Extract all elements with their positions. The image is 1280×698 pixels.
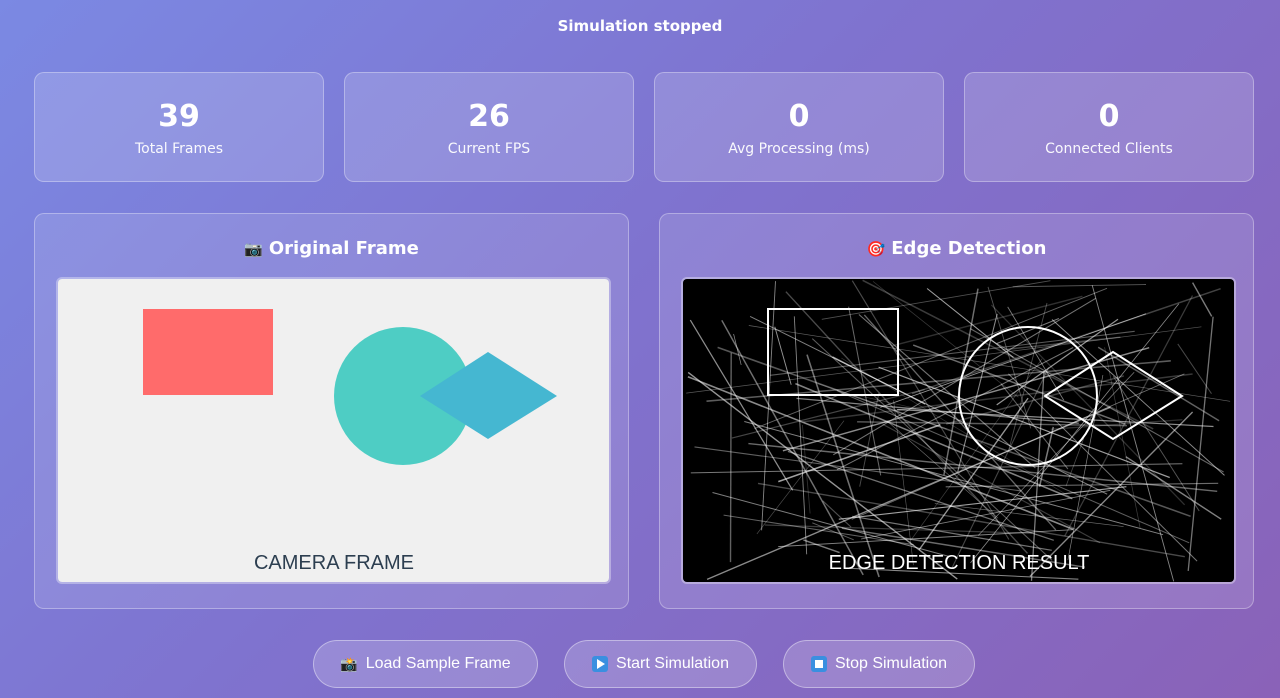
play-icon bbox=[592, 656, 609, 672]
stat-label: Current FPS bbox=[447, 141, 531, 157]
stop-simulation-button[interactable]: Stop Simulation bbox=[783, 640, 975, 688]
camera-icon: 📷 bbox=[244, 240, 263, 258]
stop-icon bbox=[810, 656, 827, 672]
start-simulation-button[interactable]: Start Simulation bbox=[564, 640, 757, 688]
edge-detection-canvas: EDGE DETECTION RESULT bbox=[681, 277, 1236, 584]
button-label: Load Sample Frame bbox=[365, 655, 511, 672]
stat-card-connected-clients: 0 Connected Clients bbox=[964, 72, 1254, 182]
stat-card-total-frames: 39 Total Frames bbox=[34, 72, 324, 182]
stat-card-avg-processing: 0 Avg Processing (ms) bbox=[654, 72, 944, 182]
status-text: Simulation stopped bbox=[557, 17, 723, 35]
edge-detection-panel: 🎯 Edge Detection EDGE DETECTION RESULT bbox=[659, 213, 1254, 609]
stat-card-current-fps: 26 Current FPS bbox=[344, 72, 634, 182]
button-label: Stop Simulation bbox=[834, 655, 948, 672]
stat-value: 26 bbox=[468, 99, 510, 134]
panel-title: 🎯 Edge Detection bbox=[660, 238, 1253, 259]
stat-label: Avg Processing (ms) bbox=[728, 141, 870, 157]
stat-label: Connected Clients bbox=[1045, 141, 1173, 157]
stat-value: 0 bbox=[788, 99, 810, 134]
noise-line bbox=[729, 352, 732, 563]
frame-caption: EDGE DETECTION RESULT bbox=[829, 552, 1090, 574]
target-icon: 🎯 bbox=[866, 240, 886, 258]
button-label: Start Simulation bbox=[616, 655, 729, 672]
original-frame-panel: 📷 Original Frame CAMERA FRAME bbox=[34, 213, 629, 609]
load-sample-frame-button[interactable]: 📸 Load Sample Frame bbox=[313, 640, 538, 688]
panel-title-text: Original Frame bbox=[268, 238, 419, 259]
panel-title-text: Edge Detection bbox=[891, 238, 1047, 259]
frame-caption: CAMERA FRAME bbox=[254, 552, 414, 574]
frame-background bbox=[58, 279, 609, 582]
camera-frame-canvas: CAMERA FRAME bbox=[56, 277, 611, 584]
stat-label: Total Frames bbox=[134, 141, 224, 157]
rectangle-shape bbox=[143, 309, 273, 395]
panel-title: 📷 Original Frame bbox=[35, 238, 628, 259]
camera-icon: 📸 bbox=[340, 655, 358, 672]
stat-value: 0 bbox=[1098, 99, 1120, 134]
stat-value: 39 bbox=[158, 99, 200, 134]
